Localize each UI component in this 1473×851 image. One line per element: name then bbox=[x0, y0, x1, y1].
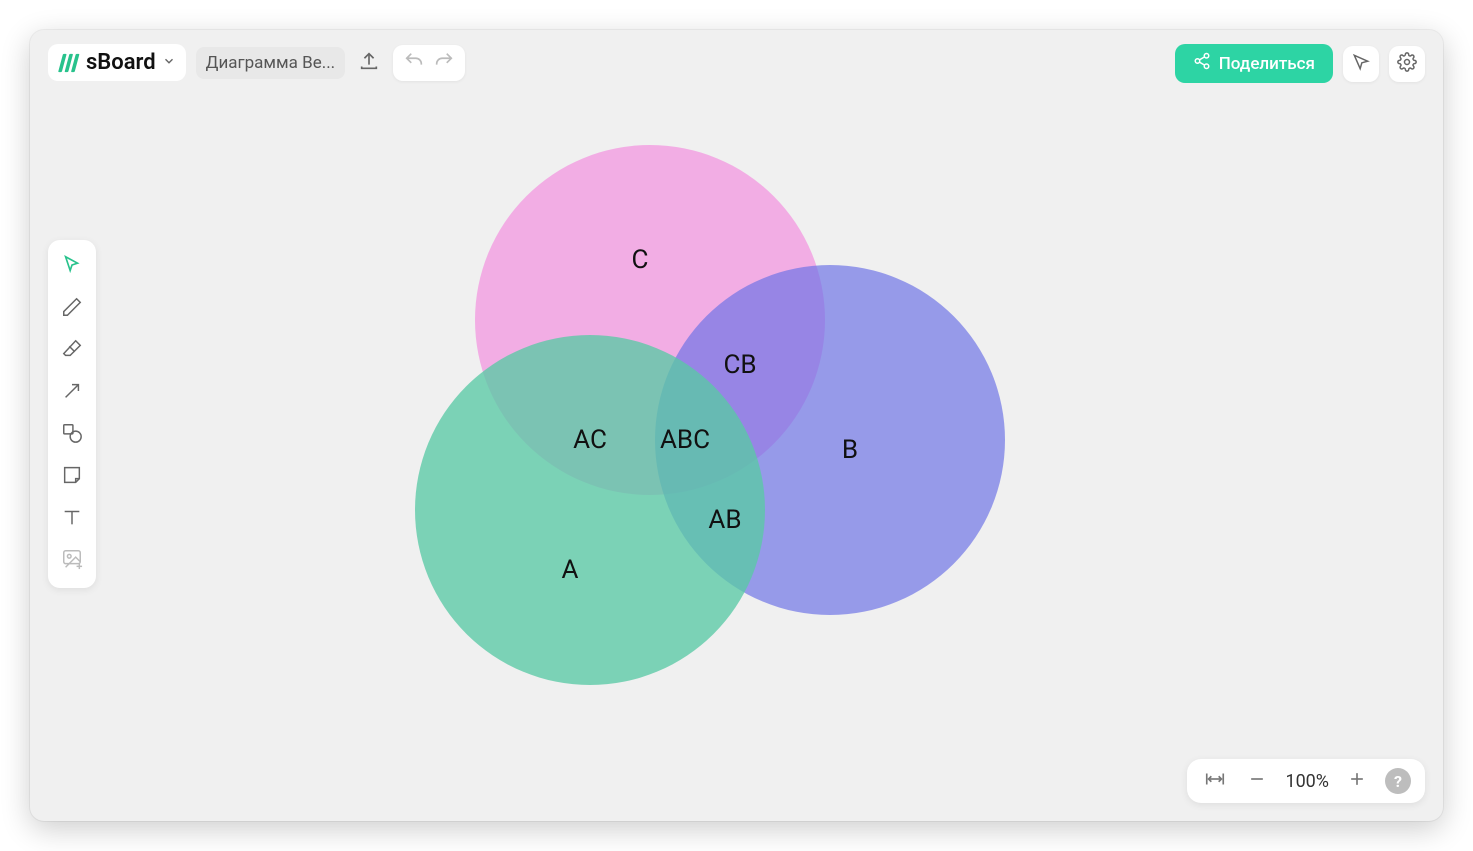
zoom-in-button[interactable] bbox=[1343, 767, 1371, 795]
help-button[interactable]: ? bbox=[1385, 768, 1411, 794]
zoom-bar: 100% ? bbox=[1187, 759, 1425, 803]
venn-diagram[interactable]: C B A CB AC ABC AB bbox=[410, 140, 1030, 700]
zoom-out-button[interactable] bbox=[1243, 767, 1271, 795]
zoom-level[interactable]: 100% bbox=[1285, 771, 1329, 792]
zoom-fit-button[interactable] bbox=[1201, 767, 1229, 795]
fit-width-icon bbox=[1204, 768, 1226, 794]
plus-icon bbox=[1347, 769, 1367, 793]
minus-icon bbox=[1247, 769, 1267, 793]
app-window: sBoard Диаграмма Ве... bbox=[30, 30, 1443, 821]
circle-a[interactable] bbox=[415, 335, 765, 685]
help-label: ? bbox=[1394, 772, 1402, 791]
canvas[interactable]: C B A CB AC ABC AB bbox=[30, 30, 1443, 821]
